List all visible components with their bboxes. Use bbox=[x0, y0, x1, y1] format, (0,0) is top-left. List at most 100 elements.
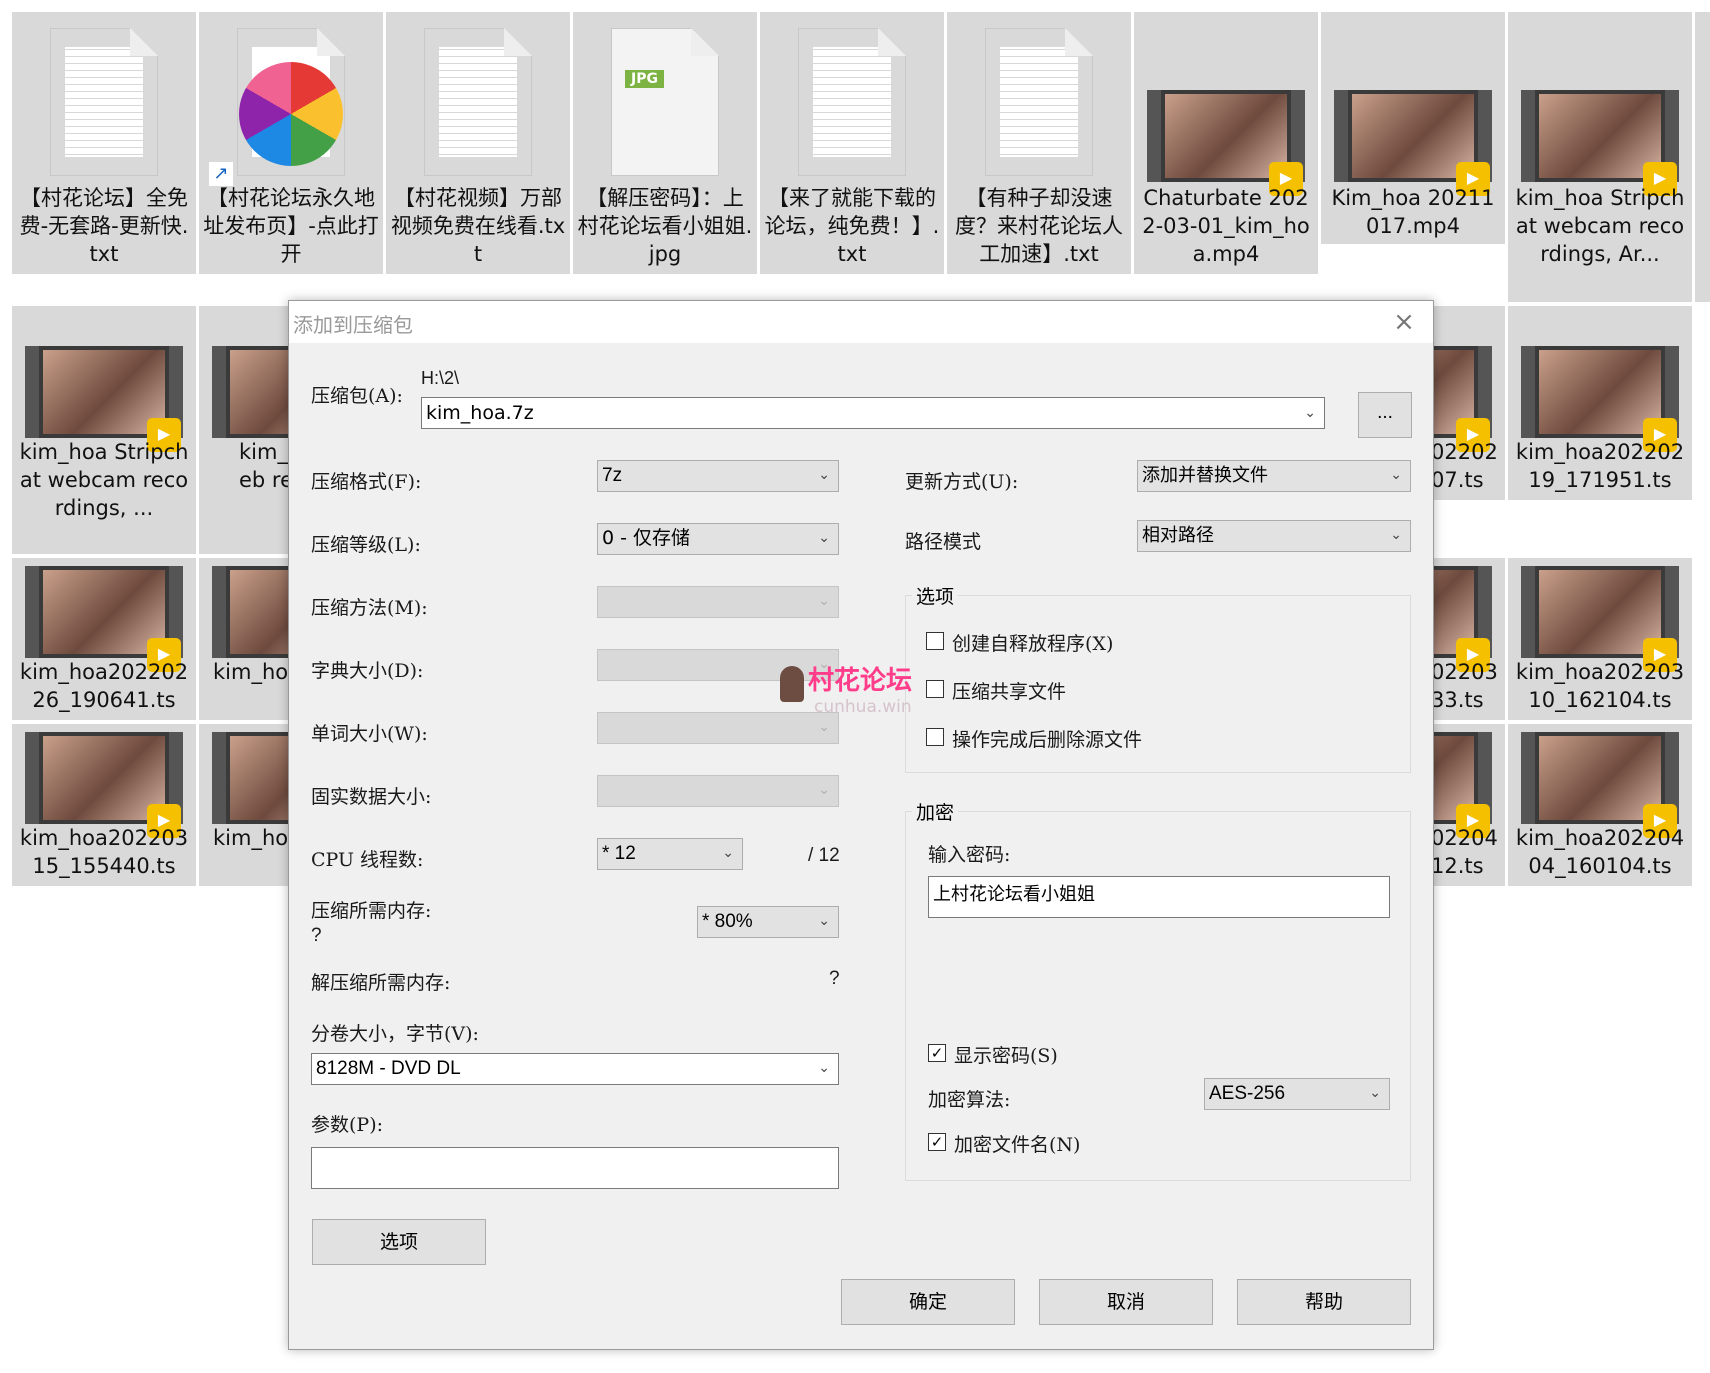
mem-decompress-value: ? bbox=[829, 968, 840, 989]
file-item[interactable]: ▶ kim_hoa Stripchat webcam recordings, .… bbox=[12, 306, 196, 554]
mem-compress-label: 压缩所需内存: bbox=[311, 900, 432, 922]
video-file-icon: ▶ bbox=[25, 346, 183, 452]
ok-button[interactable]: 确定 bbox=[841, 1279, 1015, 1325]
volume-value: 8128M - DVD DL bbox=[316, 1058, 461, 1079]
file-item-partial[interactable] bbox=[1695, 12, 1710, 302]
file-name: 【有种子却没速度？来村花论坛人工加速】.txt bbox=[955, 186, 1123, 266]
path-mode-select[interactable]: 相对路径 ⌄ bbox=[1137, 520, 1411, 552]
chevron-down-icon: ⌄ bbox=[818, 530, 830, 546]
file-name: kim_hoa202202 19_171951.ts bbox=[1515, 440, 1685, 492]
file-item[interactable]: 【有种子却没速度？来村花论坛人工加速】.txt bbox=[947, 12, 1131, 274]
file-item[interactable]: ▶ Kim_hoa 20211017.mp4 bbox=[1321, 12, 1505, 244]
volume-combo[interactable]: 8128M - DVD DL ⌄ bbox=[311, 1053, 839, 1085]
password-input[interactable]: 上村花论坛看小姐姐 bbox=[928, 876, 1390, 918]
file-item[interactable]: ▶ kim_hoa202203 15_155440.ts bbox=[12, 724, 196, 886]
level-value: 0 - 仅存储 bbox=[602, 527, 691, 549]
file-item[interactable]: 【来了就能下载的论坛，纯免费！】.txt bbox=[760, 12, 944, 274]
archive-label: 压缩包(A): bbox=[311, 385, 403, 407]
archive-path: H:\2\ bbox=[421, 368, 460, 388]
chevron-down-icon: ⌄ bbox=[818, 913, 830, 929]
solid-label: 固实数据大小: bbox=[311, 786, 432, 808]
params-input[interactable] bbox=[311, 1147, 839, 1189]
file-item[interactable]: 【村花论坛】全免费-无套路-更新快.txt bbox=[12, 12, 196, 274]
chevron-down-icon: ⌄ bbox=[1390, 527, 1402, 543]
algo-select[interactable]: AES-256 ⌄ bbox=[1204, 1078, 1390, 1110]
file-item[interactable]: ▶ kim_hoa202202 19_171951.ts bbox=[1508, 306, 1692, 500]
delete-after-checkbox[interactable] bbox=[926, 728, 944, 746]
file-item[interactable]: 【村花视频】万部视频免费在线看.txt bbox=[386, 12, 570, 274]
algo-label: 加密算法: bbox=[928, 1089, 1011, 1111]
file-name: kim_hoa Stripchat webcam recordings, Ar.… bbox=[1515, 186, 1685, 266]
dialog-titlebar[interactable]: 添加到压缩包 × bbox=[289, 301, 1433, 343]
chevron-down-icon: ⌄ bbox=[1390, 467, 1402, 483]
archive-name-value: kim_hoa.7z bbox=[426, 402, 534, 424]
method-label: 压缩方法(M): bbox=[311, 597, 428, 619]
show-password-label[interactable]: 显示密码(S) bbox=[954, 1041, 1058, 1068]
video-file-icon: ▶ bbox=[1334, 90, 1492, 196]
file-name: 【来了就能下载的论坛，纯免费！】.txt bbox=[764, 186, 940, 266]
file-name: 【解压密码】：上村花论坛看小姐姐.jpg bbox=[577, 186, 753, 266]
chevron-down-icon: ⌄ bbox=[1369, 1085, 1381, 1101]
browse-button[interactable]: ... bbox=[1358, 392, 1412, 438]
delete-after-label[interactable]: 操作完成后删除源文件 bbox=[952, 725, 1142, 752]
shared-files-label[interactable]: 压缩共享文件 bbox=[952, 677, 1066, 704]
password-value: 上村花论坛看小姐姐 bbox=[933, 884, 1095, 905]
format-select[interactable]: 7z ⌄ bbox=[597, 460, 839, 492]
file-item[interactable]: ↗ 【村花论坛永久地址发布页】-点此打开 bbox=[199, 12, 383, 274]
cancel-button[interactable]: 取消 bbox=[1039, 1279, 1213, 1325]
level-label: 压缩等级(L): bbox=[311, 534, 421, 556]
text-file-icon bbox=[985, 28, 1093, 176]
threads-value: * 12 bbox=[602, 843, 636, 864]
file-item[interactable]: JPG 【解压密码】：上村花论坛看小姐姐.jpg bbox=[573, 12, 757, 274]
video-file-icon: ▶ bbox=[1147, 90, 1305, 196]
path-mode-label: 路径模式 bbox=[905, 531, 982, 553]
close-icon[interactable]: × bbox=[1389, 307, 1419, 337]
threads-select[interactable]: * 12 ⌄ bbox=[597, 838, 743, 870]
file-item[interactable]: ▶ kim_hoa202203 10_162104.ts bbox=[1508, 558, 1692, 720]
jpg-badge-icon: JPG bbox=[625, 70, 664, 88]
watermark-url: cunhua.win bbox=[814, 697, 912, 717]
solid-select: ⌄ bbox=[597, 775, 839, 807]
encrypt-names-label[interactable]: 加密文件名(N) bbox=[954, 1130, 1080, 1157]
file-name: kim_hoa202203 15_155440.ts bbox=[19, 826, 189, 878]
file-name: Chaturbate 2022-03-01_kim_hoa.mp4 bbox=[1142, 186, 1310, 266]
file-name: 02203 33.ts bbox=[1431, 660, 1498, 712]
mem-percent-select[interactable]: * 80% ⌄ bbox=[697, 906, 839, 938]
format-value: 7z bbox=[602, 465, 623, 486]
archive-name-combo[interactable]: kim_hoa.7z ⌄ bbox=[421, 397, 1325, 429]
mem-compress-value: ? bbox=[311, 925, 322, 946]
chevron-down-icon: ⌄ bbox=[818, 1060, 830, 1076]
file-name: kim_hoa202204 04_160104.ts bbox=[1515, 826, 1685, 878]
params-label: 参数(P): bbox=[311, 1114, 384, 1136]
video-file-icon: ▶ bbox=[1521, 732, 1679, 838]
video-file-icon: ▶ bbox=[1521, 346, 1679, 452]
threads-label: CPU 线程数: bbox=[311, 849, 424, 871]
show-password-checkbox[interactable]: ✓ bbox=[928, 1044, 946, 1062]
format-label: 压缩格式(F): bbox=[311, 471, 422, 493]
update-select[interactable]: 添加并替换文件 ⌄ bbox=[1137, 460, 1411, 492]
pinwheel-shortcut-icon bbox=[239, 62, 343, 166]
threads-max: / 12 bbox=[808, 845, 840, 866]
encryption-group: 加密 输入密码: 上村花论坛看小姐姐 ✓ 显示密码(S) 加密算法: AES-2… bbox=[905, 798, 1411, 1181]
video-file-icon: ▶ bbox=[25, 732, 183, 838]
help-button[interactable]: 帮助 bbox=[1237, 1279, 1411, 1325]
video-file-icon: ▶ bbox=[1521, 90, 1679, 196]
file-item[interactable]: ▶ kim_hoa202202 26_190641.ts bbox=[12, 558, 196, 720]
chevron-down-icon: ⌄ bbox=[818, 467, 830, 483]
file-name: 02202 07.ts bbox=[1431, 440, 1498, 492]
sfx-label[interactable]: 创建自释放程序(X) bbox=[952, 629, 1113, 656]
update-label: 更新方式(U): bbox=[905, 471, 1019, 493]
level-select[interactable]: 0 - 仅存储 ⌄ bbox=[597, 523, 839, 555]
file-item[interactable]: ▶ kim_hoa202204 04_160104.ts bbox=[1508, 724, 1692, 886]
file-item[interactable]: ▶ Chaturbate 2022-03-01_kim_hoa.mp4 bbox=[1134, 12, 1318, 274]
options-button[interactable]: 选项 bbox=[312, 1219, 486, 1265]
encrypt-names-checkbox[interactable]: ✓ bbox=[928, 1133, 946, 1151]
file-item[interactable]: ▶ kim_hoa Stripchat webcam recordings, A… bbox=[1508, 12, 1692, 302]
text-file-icon bbox=[50, 28, 158, 176]
text-file-icon bbox=[424, 28, 532, 176]
path-mode-value: 相对路径 bbox=[1142, 525, 1214, 546]
file-name: 【村花论坛永久地址发布页】-点此打开 bbox=[203, 186, 379, 266]
chevron-down-icon: ⌄ bbox=[818, 782, 830, 798]
girl-mascot-icon bbox=[780, 666, 804, 702]
sfx-checkbox[interactable] bbox=[926, 632, 944, 650]
